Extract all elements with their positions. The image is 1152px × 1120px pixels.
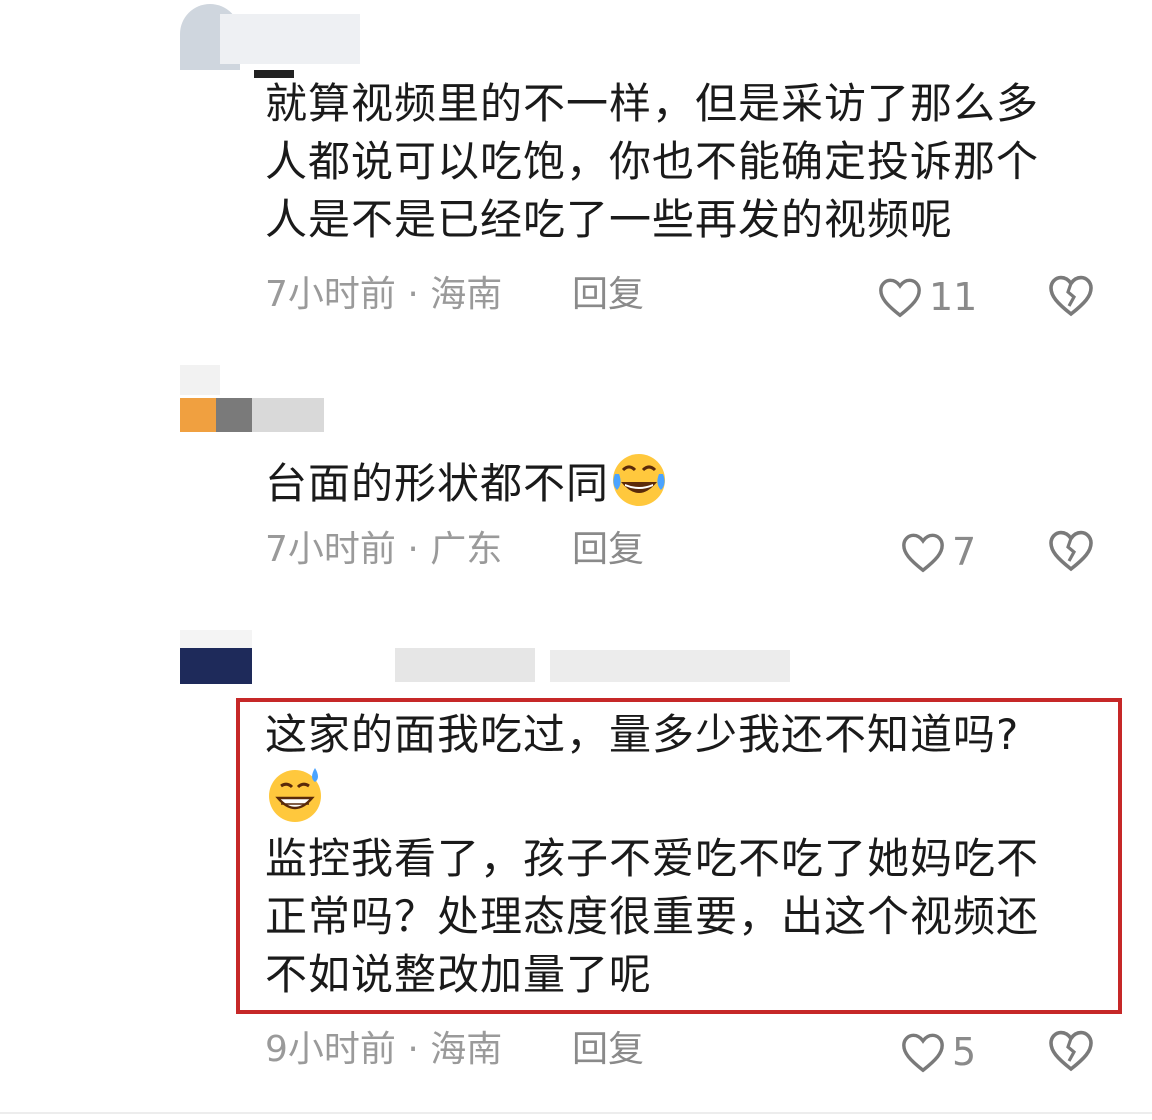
comment-text: 就算视频里的不一样，但是采访了那么多 人都说可以吃饱，你也不能确定投诉那个 人是… — [265, 79, 1040, 244]
comment-meta: 7小时前 · 广东 回复 7 — [265, 525, 1125, 575]
like-button[interactable]: 7 — [900, 527, 976, 577]
like-button[interactable]: 5 — [900, 1027, 976, 1077]
comment-meta: 9小时前 · 海南 回复 5 — [265, 1025, 1125, 1075]
divider — [0, 1112, 1152, 1114]
heart-icon — [879, 278, 921, 318]
broken-heart-icon — [1049, 1030, 1093, 1072]
time-location: 9小时前 · 海南 — [265, 1029, 503, 1070]
dislike-button[interactable] — [1047, 272, 1095, 332]
like-button[interactable]: 11 — [877, 272, 977, 322]
comment-text: 这家的面我吃过，量多少我还不知道吗? 监控我看了，孩子不爱吃不吃了她妈吃不 正常… — [265, 710, 1040, 999]
time-location: 7小时前 · 海南 — [265, 274, 503, 315]
like-count: 7 — [952, 530, 977, 574]
comment-meta: 7小时前 · 海南 回复 11 — [265, 270, 1125, 320]
broken-heart-icon — [1049, 275, 1093, 317]
avatar[interactable] — [180, 0, 370, 78]
comment-text: 台面的形状都不同 — [265, 450, 1085, 523]
heart-icon — [902, 1033, 944, 1073]
like-count: 11 — [929, 275, 978, 319]
avatar[interactable] — [180, 620, 800, 690]
dislike-button[interactable] — [1047, 527, 1095, 587]
avatar[interactable] — [180, 360, 370, 432]
broken-heart-icon — [1049, 530, 1093, 572]
like-count: 5 — [952, 1030, 977, 1074]
laughing-emoji — [609, 450, 669, 523]
dislike-button[interactable] — [1047, 1027, 1095, 1087]
heart-icon — [902, 533, 944, 573]
time-location: 7小时前 · 广东 — [265, 529, 503, 570]
reply-button[interactable]: 回复 — [572, 270, 644, 320]
reply-button[interactable]: 回复 — [572, 1025, 644, 1075]
reply-button[interactable]: 回复 — [572, 525, 644, 575]
grinning-sweat-emoji — [265, 764, 325, 839]
